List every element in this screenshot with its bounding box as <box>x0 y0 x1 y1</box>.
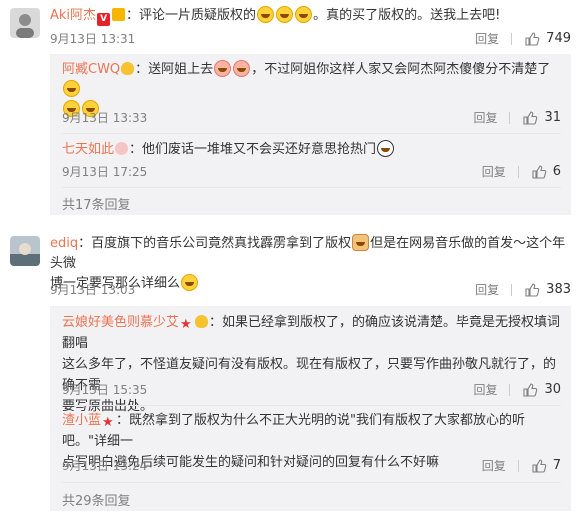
laugh-cry-emoji-icon <box>295 6 313 23</box>
thumbs-up-emoji-icon <box>352 234 370 251</box>
username-link[interactable]: Aki阿杰 <box>50 8 96 23</box>
reply-button[interactable]: 回复 <box>482 162 506 182</box>
bulb-badge-icon <box>195 315 209 328</box>
panda-emoji-icon <box>377 140 395 157</box>
bulb-badge-icon <box>121 62 135 75</box>
like-icon[interactable] <box>522 382 538 398</box>
reply-body: ：既然拿到了版权为什么不正大光明的说"我们有版权了大家都放心的听吧。"详细一 <box>62 413 525 449</box>
reply-time: 9月13日 15:35 <box>62 383 148 397</box>
reply-text: 七天如此 ：他们废话一堆堆又不会买还好意思抢热门 <box>62 140 561 160</box>
reply-meta: 9月13日 13:33 回复 31 <box>62 108 561 128</box>
like-count: 6 <box>552 164 561 179</box>
reply-text: 云娘好美色则慕少艾★ ：如果已经拿到版权了，的确应该说清楚。毕竟是无授权填词翻唱这… <box>62 312 561 417</box>
divider <box>517 166 519 178</box>
more-replies-link[interactable]: 共29条回复 <box>62 490 131 509</box>
username-link[interactable]: ediq <box>50 236 78 251</box>
reply-item: 七天如此 ：他们废话一堆堆又不会买还好意思抢热门 <box>62 140 561 160</box>
divider <box>62 482 561 483</box>
comment-item: ediq：百度旗下的音乐公司竟然真找霹雳拿到了版权 但是在网易音乐做的首发～这个年… <box>0 228 581 513</box>
reply-button[interactable]: 回复 <box>475 280 499 300</box>
avatar[interactable] <box>10 8 40 38</box>
divider <box>511 284 513 296</box>
divider <box>509 112 511 124</box>
like-icon[interactable] <box>524 31 540 47</box>
reply-button[interactable]: 回复 <box>473 380 497 400</box>
crown-badge-icon <box>112 8 126 21</box>
like-count: 30 <box>544 382 561 397</box>
like-icon[interactable] <box>524 282 540 298</box>
comment-text: Aki阿杰 V ：评论一片质疑版权的 。真的买了版权的。送我上去吧! <box>50 6 571 26</box>
reply-item: 渣小蓝★ ：既然拿到了版权为什么不正大光明的说"我们有版权了大家都放心的听吧。"详… <box>62 410 561 470</box>
like-icon[interactable] <box>531 164 547 180</box>
comment-time: 9月13日 13:03 <box>50 283 136 297</box>
verified-badge-icon: V <box>97 13 111 26</box>
reply-meta: 9月13日 15:35 回复 30 <box>62 380 561 400</box>
like-count: 383 <box>546 282 571 297</box>
comment-body: 。真的买了版权的。送我上去吧! <box>313 8 501 23</box>
reply-list: 阿臧CWQ ：送阿姐上去 ，不过阿姐你这样人家又会阿杰阿杰傻傻分不清楚了 9月13日… <box>50 54 571 215</box>
username-link[interactable]: 渣小蓝 <box>62 413 101 428</box>
like-count: 7 <box>552 458 561 473</box>
reply-meta: 9月13日 17:25 回复 6 <box>62 162 561 182</box>
divider <box>509 384 511 396</box>
reply-item: 云娘好美色则慕少艾★ ：如果已经拿到版权了，的确应该说清楚。毕竟是无授权填词翻唱这… <box>62 312 561 414</box>
reply-button[interactable]: 回复 <box>482 456 506 476</box>
reply-body: ：送阿姐上去 <box>135 62 214 77</box>
username-link[interactable]: 云娘好美色则慕少艾 <box>62 315 179 330</box>
laugh-cry-emoji-icon <box>276 6 294 23</box>
more-replies-link[interactable]: 共17条回复 <box>62 194 131 213</box>
reply-time: 9月13日 13:24 <box>62 459 148 473</box>
divider <box>517 460 519 472</box>
reply-button[interactable]: 回复 <box>473 108 497 128</box>
reply-meta: 9月13日 13:24 回复 7 <box>62 456 561 476</box>
like-icon[interactable] <box>531 458 547 474</box>
pig-emoji-icon <box>233 60 251 77</box>
username-link[interactable]: 阿臧CWQ <box>62 62 120 77</box>
reply-time: 9月13日 13:33 <box>62 111 148 125</box>
like-icon[interactable] <box>522 110 538 126</box>
reply-body: ，不过阿姐你这样人家又会阿杰阿杰傻傻分不清楚了 <box>251 62 551 77</box>
comment-item: Aki阿杰 V ：评论一片质疑版权的 。真的买了版权的。送我上去吧! 9月13日 13… <box>0 0 581 215</box>
comment-meta: 9月13日 13:31 回复 749 <box>50 29 571 49</box>
laugh-cry-emoji-icon <box>63 80 80 97</box>
reply-list: 云娘好美色则慕少艾★ ：如果已经拿到版权了，的确应该说清楚。毕竟是无授权填词翻唱这… <box>50 306 571 511</box>
like-count: 749 <box>546 31 571 46</box>
pig-emoji-icon <box>214 60 232 77</box>
star-badge-icon: ★ <box>102 415 114 430</box>
laugh-cry-emoji-icon <box>257 6 275 23</box>
comment-meta: 9月13日 13:03 回复 383 <box>50 280 571 300</box>
avatar[interactable] <box>10 236 40 266</box>
heart-badge-icon <box>115 142 129 155</box>
reply-time: 9月13日 17:25 <box>62 165 148 179</box>
reply-button[interactable]: 回复 <box>475 29 499 49</box>
comment-body: ：百度旗下的音乐公司竟然真找霹雳拿到了版权 <box>78 236 352 251</box>
reply-body: ：他们废话一堆堆又不会买还好意思抢热门 <box>129 142 377 157</box>
divider <box>62 187 561 188</box>
star-badge-icon: ★ <box>180 317 192 332</box>
divider <box>62 405 561 406</box>
comment-body: ：评论一片质疑版权的 <box>126 8 257 23</box>
divider <box>62 133 561 134</box>
divider <box>511 33 513 45</box>
like-count: 31 <box>544 110 561 125</box>
username-link[interactable]: 七天如此 <box>62 142 114 157</box>
comment-time: 9月13日 13:31 <box>50 32 136 46</box>
